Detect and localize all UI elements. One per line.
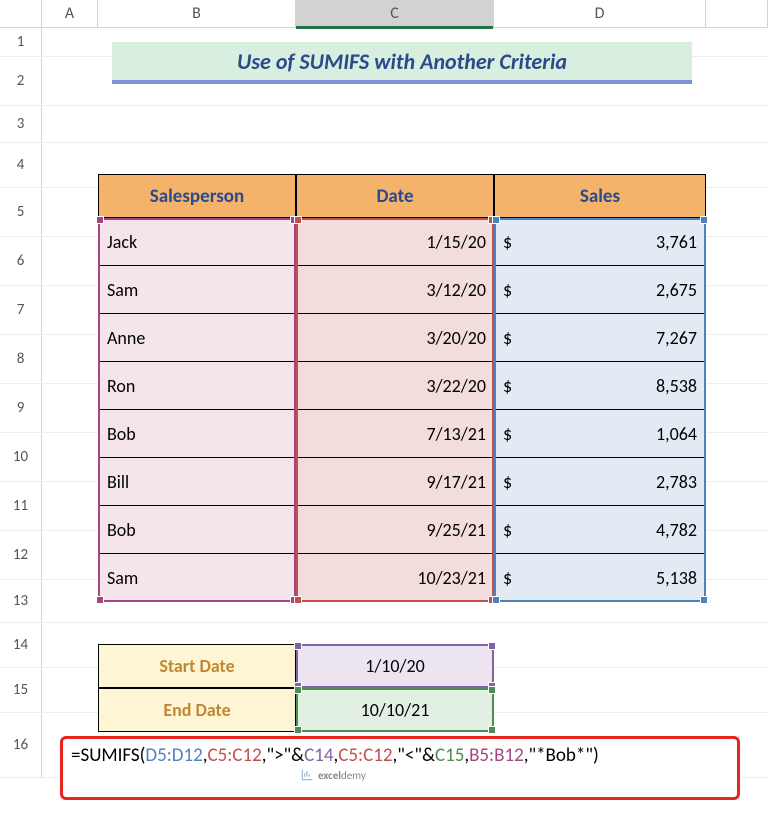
row-header-13[interactable]: 13 [0, 580, 42, 622]
cell-sales[interactable]: $3,761 [494, 218, 706, 266]
formula-ref-b: B5:B12 [469, 743, 524, 769]
formula-ref-c1: C5:C12 [207, 743, 261, 769]
header-sales[interactable]: Sales [494, 174, 706, 218]
formula-ref-c15: C15 [435, 743, 464, 769]
cell-date[interactable]: 3/22/20 [296, 362, 494, 410]
formula-ref-c14: C14 [304, 743, 333, 769]
table-row: Bob7/13/21$1,064 [98, 410, 706, 458]
cell-salesperson[interactable]: Bob [98, 506, 296, 554]
cell-salesperson[interactable]: Sam [98, 554, 296, 602]
row-header-15[interactable]: 15 [0, 668, 42, 712]
cell-date[interactable]: 1/15/20 [296, 218, 494, 266]
cell-salesperson[interactable]: Bob [98, 410, 296, 458]
cell-date[interactable]: 3/12/20 [296, 266, 494, 314]
formula-cell[interactable]: =SUMIFS( D5:D12 , C5:C12 ,">"& C14 , C5:… [60, 736, 740, 800]
col-header-rest [706, 0, 768, 27]
table-row: Jack1/15/20$3,761 [98, 218, 706, 266]
formula-ref-c2: C5:C12 [338, 743, 392, 769]
table-header-row: Salesperson Date Sales [98, 174, 706, 218]
table-row: Bill9/17/21$2,783 [98, 458, 706, 506]
cell-date[interactable]: 9/17/21 [296, 458, 494, 506]
table-row: Ron3/22/20$8,538 [98, 362, 706, 410]
formula-prefix: =SUMIFS( [71, 743, 145, 769]
row-header-16[interactable]: 16 [0, 713, 42, 777]
spreadsheet-grid: A B C D 1 2 3 4 5 6 7 8 9 10 11 12 13 14… [0, 0, 768, 836]
row-header-11[interactable]: 11 [0, 482, 42, 530]
table-row: Bob9/25/21$4,782 [98, 506, 706, 554]
chart-icon [300, 768, 314, 782]
cell-salesperson[interactable]: Sam [98, 266, 296, 314]
table-row: Sam10/23/21$5,138 [98, 554, 706, 602]
row-header-4[interactable]: 4 [0, 143, 42, 187]
cell-sales[interactable]: $4,782 [494, 506, 706, 554]
cell-date[interactable]: 3/20/20 [296, 314, 494, 362]
end-date-value[interactable]: 10/10/21 [296, 688, 494, 732]
table-row: Anne3/20/20$7,267 [98, 314, 706, 362]
row-header-10[interactable]: 10 [0, 433, 42, 481]
page-title: Use of SUMIFS with Another Criteria [112, 42, 692, 84]
cell-sales[interactable]: $8,538 [494, 362, 706, 410]
row-header-6[interactable]: 6 [0, 237, 42, 285]
select-all-corner[interactable] [0, 0, 42, 27]
cell-salesperson[interactable]: Ron [98, 362, 296, 410]
col-header-C[interactable]: C [296, 0, 494, 27]
cell-sales[interactable]: $7,267 [494, 314, 706, 362]
cell-sales[interactable]: $1,064 [494, 410, 706, 458]
cell-sales[interactable]: $5,138 [494, 554, 706, 602]
cell-date[interactable]: 9/25/21 [296, 506, 494, 554]
start-date-label[interactable]: Start Date [98, 644, 296, 688]
cell-salesperson[interactable]: Bill [98, 458, 296, 506]
row-header-9[interactable]: 9 [0, 384, 42, 432]
row-header-8[interactable]: 8 [0, 335, 42, 383]
cell-date[interactable]: 10/23/21 [296, 554, 494, 602]
criteria-block: Start Date 1/10/20 End Date 10/10/21 [98, 644, 494, 732]
row-header-5[interactable]: 5 [0, 188, 42, 236]
cell-date[interactable]: 7/13/21 [296, 410, 494, 458]
start-date-value[interactable]: 1/10/20 [296, 644, 494, 688]
row-header-14[interactable]: 14 [0, 623, 42, 667]
col-header-A[interactable]: A [42, 0, 98, 27]
header-salesperson[interactable]: Salesperson [98, 174, 296, 218]
cell-sales[interactable]: $2,675 [494, 266, 706, 314]
row-header-7[interactable]: 7 [0, 286, 42, 334]
cell-salesperson[interactable]: Anne [98, 314, 296, 362]
row-header-3[interactable]: 3 [0, 106, 42, 142]
formula-ref-d: D5:D12 [145, 743, 202, 769]
table-row: Sam3/12/20$2,675 [98, 266, 706, 314]
watermark: exceldemy [300, 768, 366, 782]
data-table: Salesperson Date Sales Jack1/15/20$3,761… [98, 174, 706, 602]
row-header-1[interactable]: 1 [0, 28, 42, 56]
cell-salesperson[interactable]: Jack [98, 218, 296, 266]
row-header-2[interactable]: 2 [0, 57, 42, 105]
cell-sales[interactable]: $2,783 [494, 458, 706, 506]
row-header-12[interactable]: 12 [0, 531, 42, 579]
header-date[interactable]: Date [296, 174, 494, 218]
col-header-B[interactable]: B [98, 0, 296, 27]
column-headers: A B C D [0, 0, 768, 28]
col-header-D[interactable]: D [494, 0, 706, 27]
end-date-label[interactable]: End Date [98, 688, 296, 732]
